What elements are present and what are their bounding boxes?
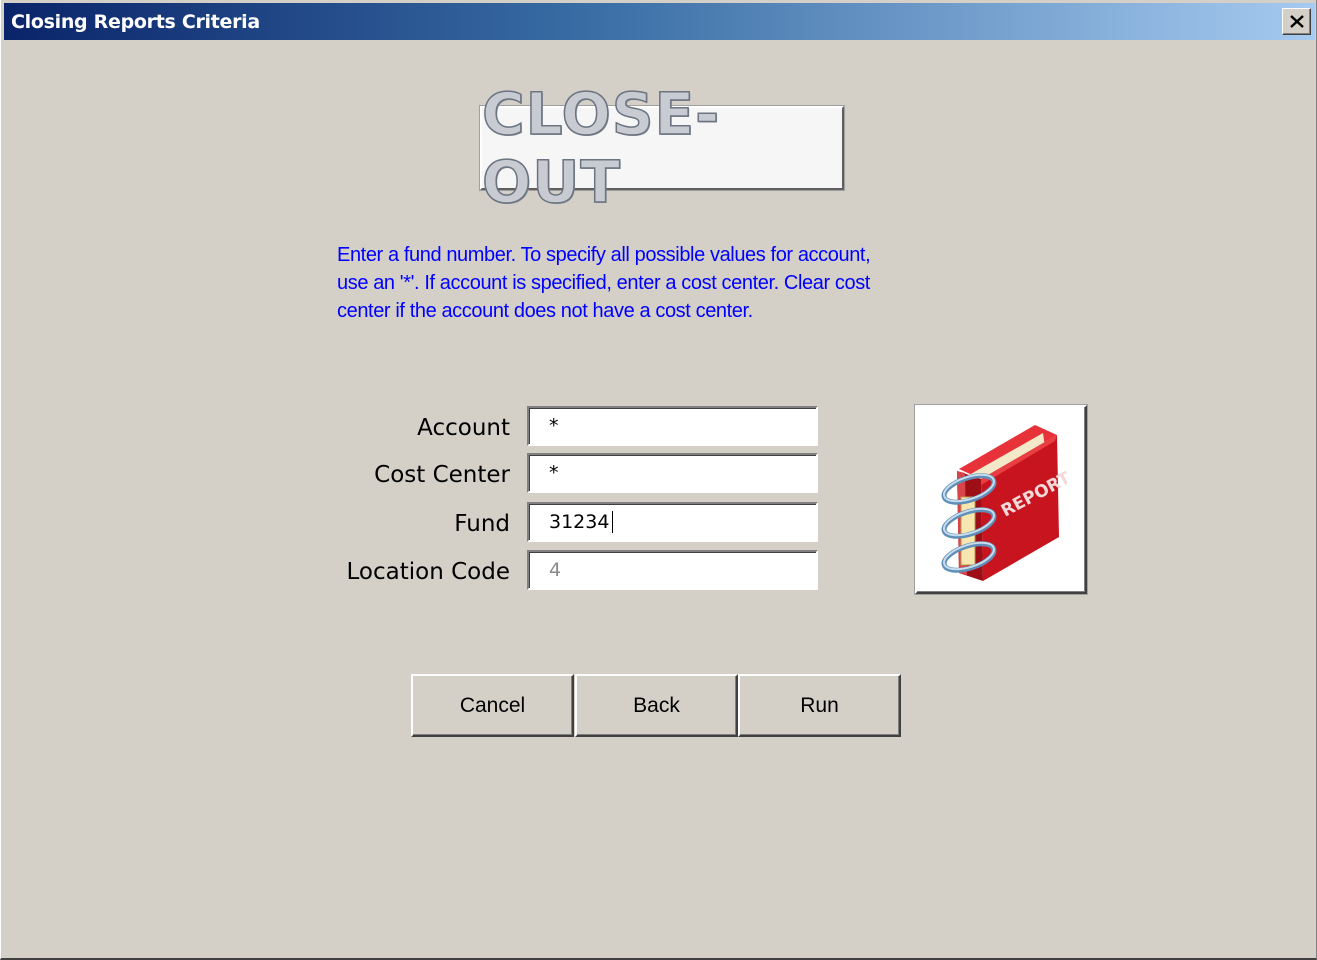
instructions-line: Enter a fund number. To specify all poss… [337,244,871,266]
close-out-logo-text: CLOSE-OUT [481,79,721,217]
fund-input[interactable] [527,502,818,542]
report-button[interactable]: REPORT [915,405,1087,594]
location-code-input[interactable] [527,550,818,590]
location-code-label: Location Code [346,559,510,585]
report-binder-icon: REPORT [941,425,1067,581]
instructions-line: center if the account does not have a co… [337,300,753,322]
close-out-logo: CLOSE-OUT [480,79,844,217]
window-title: Closing Reports Criteria [11,11,260,33]
title-bar[interactable]: Closing Reports Criteria [4,3,1315,40]
instructions-line: use an '*'. If account is specified, ent… [337,272,870,294]
text-cursor [612,511,613,533]
fund-label: Fund [454,511,510,537]
dialog-window: Closing Reports Criteria CLOSE-OUT Enter… [0,0,1317,960]
account-input[interactable] [527,406,818,446]
back-button[interactable]: Back [575,674,738,737]
run-button[interactable]: Run [738,674,901,737]
cost-center-label: Cost Center [374,462,510,488]
account-label: Account [417,415,510,441]
close-icon [1290,15,1304,28]
cost-center-input[interactable] [527,453,818,493]
cancel-button[interactable]: Cancel [411,674,574,737]
instructions-text: Enter a fund number. To specify all poss… [337,241,977,325]
close-button[interactable] [1282,8,1311,35]
